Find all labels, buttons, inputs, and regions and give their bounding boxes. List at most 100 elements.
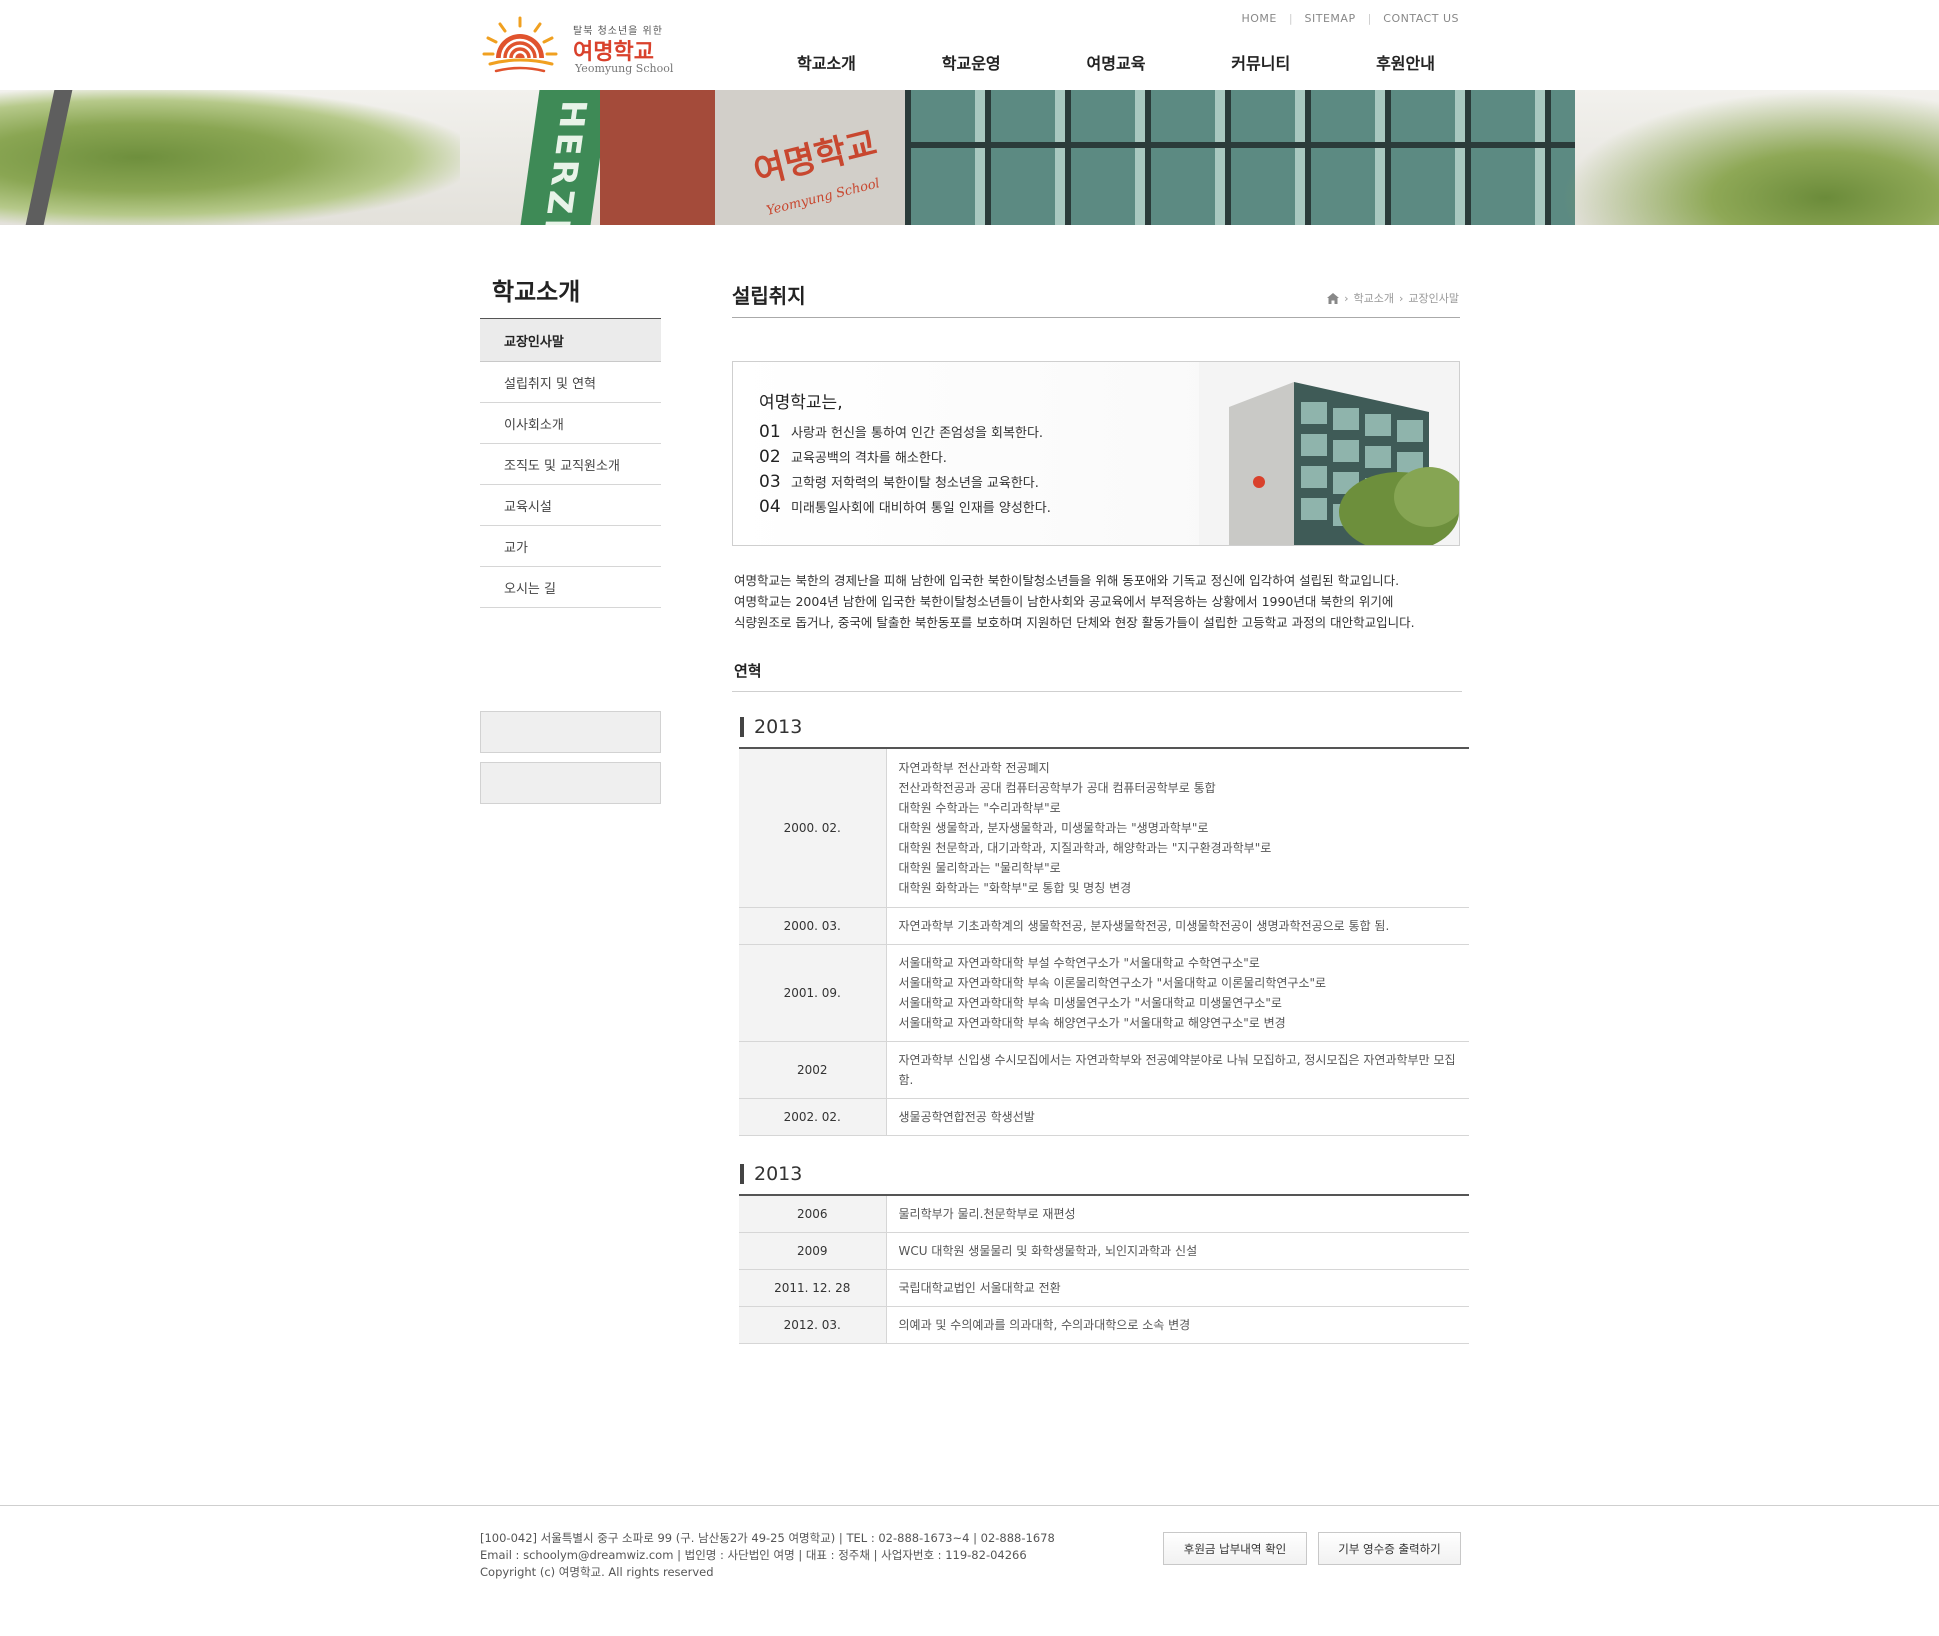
mission-item-text: 사랑과 헌신을 통하여 인간 존엄성을 회복한다.	[791, 426, 1044, 441]
history-date: 2012. 03.	[739, 1306, 887, 1344]
mission-item-number: 02	[759, 447, 781, 467]
donation-history-button[interactable]: 후원금 납부내역 확인	[1163, 1532, 1307, 1565]
mission-item: 01 사랑과 헌신을 통하여 인간 존엄성을 회복한다.	[759, 422, 1051, 447]
history-content: 자연과학부 기초과학계의 생물학전공, 분자생물학전공, 미생물학전공이 생명과…	[886, 907, 1469, 945]
year-marker-bar	[740, 717, 744, 737]
table-row: 2002. 02. 생물공학연합전공 학생선발	[739, 1098, 1469, 1136]
util-divider: |	[1288, 12, 1293, 25]
history-date: 2000. 02.	[739, 748, 887, 908]
mission-item-number: 01	[759, 422, 781, 442]
mission-item: 02 교육공백의 격차를 해소한다.	[759, 447, 1051, 472]
history-date: 2002. 02.	[739, 1098, 887, 1136]
hero-tree-left	[0, 90, 460, 225]
sidebar-banner-1[interactable]	[480, 711, 661, 753]
sidebar-item-facilities[interactable]: 교육시설	[480, 485, 661, 526]
breadcrumb-item[interactable]: 학교소개	[1354, 290, 1394, 306]
main-nav-item-about[interactable]: 학교소개	[770, 50, 883, 74]
history-line: 자연과학부 신입생 수시모집에서는 자연과학부와 전공예약분야로 나눠 모집하고…	[898, 1052, 1456, 1087]
history-line: 대학원 생물학과, 분자생물학과, 미생물학과는 "생명과학부"로	[898, 820, 1209, 835]
site-header: 탈북 청소년을 위한 여명학교 Yeomyung School HOME | SIT…	[0, 0, 1939, 90]
logo[interactable]: 탈북 청소년을 위한 여명학교 Yeomyung School	[480, 14, 680, 78]
history-line: 대학원 화학과는 "화학부"로 통합 및 명칭 변경	[898, 880, 1132, 895]
main-nav-item-support[interactable]: 후원안내	[1349, 50, 1462, 74]
breadcrumb-item-current: 교장인사말	[1408, 292, 1459, 305]
footer-address: [100-042] 서울특별시 중구 소파로 99 (구. 남산동2가 49-2…	[480, 1531, 1055, 1545]
sidebar-banner-2[interactable]	[480, 762, 661, 804]
intro-paragraph: 여명학교는 2004년 남한에 입국한 북한이탈청소년들이 남한사회와 공교육에…	[734, 594, 1394, 609]
history-content: WCU 대학원 생물물리 및 화학생물학과, 뇌인지과학과 신설	[886, 1232, 1469, 1270]
table-row: 2002 자연과학부 신입생 수시모집에서는 자연과학부와 전공예약분야로 나눠…	[739, 1041, 1469, 1099]
history-line: 물리학부가 물리.천문학부로 재편성	[898, 1207, 1076, 1221]
history-line: 생물공학연합전공 학생선발	[898, 1109, 1035, 1124]
util-link-contact[interactable]: CONTACT US	[1383, 12, 1459, 25]
history-date: 2000. 03.	[739, 907, 887, 945]
mission-item-text: 교육공백의 격차를 해소한다.	[791, 451, 947, 466]
hero-glass-facade	[905, 90, 1575, 225]
table-row: 2011. 12. 28 국립대학교법인 서울대학교 전환	[739, 1269, 1469, 1307]
history-line: 전산과학전공과 공대 컴퓨터공학부가 공대 컴퓨터공학부로 통합	[898, 780, 1216, 795]
intro-paragraph: 식량원조로 돕거나, 중국에 탈출한 북한동포를 보호하며 지원하던 단체와 현…	[734, 615, 1415, 630]
footer-divider	[0, 1505, 1939, 1506]
history-table: 2000. 02. 자연과학부 전산과학 전공폐지 전산과학전공과 공대 컴퓨터…	[739, 747, 1469, 1136]
donation-receipt-button[interactable]: 기부 영수증 출력하기	[1318, 1532, 1461, 1565]
mission-list: 01 사랑과 헌신을 통하여 인간 존엄성을 회복한다. 02 교육공백의 격차를 …	[759, 422, 1051, 522]
history-line: 서울대학교 자연과학대학 부속 해양연구소가 "서울대학교 해양연구소"로 변경	[898, 1015, 1286, 1030]
breadcrumb: › 학교소개 › 교장인사말	[1327, 290, 1459, 306]
history-line: 대학원 수학과는 "수리과학부"로	[898, 800, 1061, 815]
sidebar-item-founding-history[interactable]: 설립취지 및 연혁	[480, 362, 661, 403]
history-line: 자연과학부 전산과학 전공폐지	[898, 760, 1050, 775]
history-line: 국립대학교법인 서울대학교 전환	[898, 1281, 1061, 1295]
history-year: 2013	[754, 716, 803, 738]
utility-nav: HOME | SITEMAP | CONTACT US	[1241, 12, 1459, 25]
main-nav: 학교소개 학교운영 여명교육 커뮤니티 후원안내	[770, 50, 1462, 74]
sidebar-item-organization[interactable]: 조직도 및 교직원소개	[480, 444, 661, 485]
mission-item-text: 고학령 저학력의 북한이탈 청소년을 교육한다.	[791, 476, 1039, 491]
home-icon[interactable]	[1327, 292, 1340, 304]
footer-copyright: Copyright (c) 여명학교. All rights reserved	[480, 1565, 714, 1579]
main-nav-item-education[interactable]: 여명교육	[1060, 50, 1173, 74]
util-link-home[interactable]: HOME	[1241, 12, 1276, 25]
sidebar-title: 학교소개	[492, 278, 581, 306]
footer-contact: Email : schoolym@dreamwiz.com | 법인명 : 사단…	[480, 1548, 1027, 1562]
history-divider	[732, 691, 1462, 692]
util-divider: |	[1367, 12, 1372, 25]
main-nav-item-operation[interactable]: 학교운영	[915, 50, 1028, 74]
history-year-heading: 2013	[740, 716, 802, 738]
hero-banner: HERZIA 여명학교 Yeomyung School	[0, 90, 1939, 225]
mission-item-number: 04	[759, 497, 781, 517]
history-content: 국립대학교법인 서울대학교 전환	[886, 1269, 1469, 1307]
sidebar-item-school-song[interactable]: 교가	[480, 526, 661, 567]
intro-paragraph: 여명학교는 북한의 경제난을 피해 남한에 입국한 북한이탈청소년들을 위해 동…	[734, 573, 1400, 588]
sidebar-item-board[interactable]: 이사회소개	[480, 403, 661, 444]
history-date: 2002	[739, 1041, 887, 1099]
history-date: 2011. 12. 28	[739, 1269, 887, 1307]
mission-box: 여명학교는, 01 사랑과 헌신을 통하여 인간 존엄성을 회복한다. 02 교육공…	[732, 361, 1460, 546]
history-table: 2006 물리학부가 물리.천문학부로 재편성 2009 WCU 대학원 생물물…	[739, 1194, 1469, 1344]
history-line: 의예과 및 수의예과를 의과대학, 수의과대학으로 소속 변경	[898, 1318, 1191, 1332]
sidebar-item-directions[interactable]: 오시는 길	[480, 567, 661, 608]
util-link-sitemap[interactable]: SITEMAP	[1305, 12, 1356, 25]
main-nav-item-community[interactable]: 커뮤니티	[1204, 50, 1317, 74]
sidebar-item-principal-greeting[interactable]: 교장인사말	[480, 319, 661, 362]
sun-logo-icon	[482, 16, 558, 73]
history-content: 자연과학부 신입생 수시모집에서는 자연과학부와 전공예약분야로 나눠 모집하고…	[886, 1041, 1469, 1099]
mission-heading: 여명학교는,	[759, 393, 843, 413]
hero-green-sign-text: HERZIA	[530, 100, 595, 225]
history-line: 서울대학교 자연과학대학 부속 이론물리학연구소가 "서울대학교 이론물리학연구…	[898, 975, 1327, 990]
history-content: 물리학부가 물리.천문학부로 재편성	[886, 1195, 1469, 1233]
mission-item-text: 미래통일사회에 대비하여 통일 인재를 양성한다.	[791, 501, 1051, 516]
footer-info: [100-042] 서울특별시 중구 소파로 99 (구. 남산동2가 49-2…	[480, 1530, 1055, 1581]
mission-item: 04 미래통일사회에 대비하여 통일 인재를 양성한다.	[759, 497, 1051, 522]
history-content: 자연과학부 전산과학 전공폐지 전산과학전공과 공대 컴퓨터공학부가 공대 컴퓨…	[886, 748, 1469, 908]
school-building-image	[1199, 362, 1459, 545]
year-marker-bar	[740, 1164, 744, 1184]
history-content: 의예과 및 수의예과를 의과대학, 수의과대학으로 소속 변경	[886, 1306, 1469, 1344]
history-line: 서울대학교 자연과학대학 부속 미생물연구소가 "서울대학교 미생물연구소"로	[898, 995, 1282, 1010]
chevron-right-icon: ›	[1398, 291, 1404, 305]
table-row: 2000. 02. 자연과학부 전산과학 전공폐지 전산과학전공과 공대 컴퓨터…	[739, 748, 1469, 908]
history-content: 서울대학교 자연과학대학 부설 수학연구소가 "서울대학교 수학연구소"로 서울…	[886, 944, 1469, 1042]
history-content: 생물공학연합전공 학생선발	[886, 1098, 1469, 1136]
history-line: 대학원 천문학과, 대기과학과, 지질과학과, 해양학과는 "지구환경과학부"로	[898, 840, 1272, 855]
history-line: 대학원 물리학과는 "물리학부"로	[898, 860, 1061, 875]
history-year-heading: 2013	[740, 1163, 802, 1185]
